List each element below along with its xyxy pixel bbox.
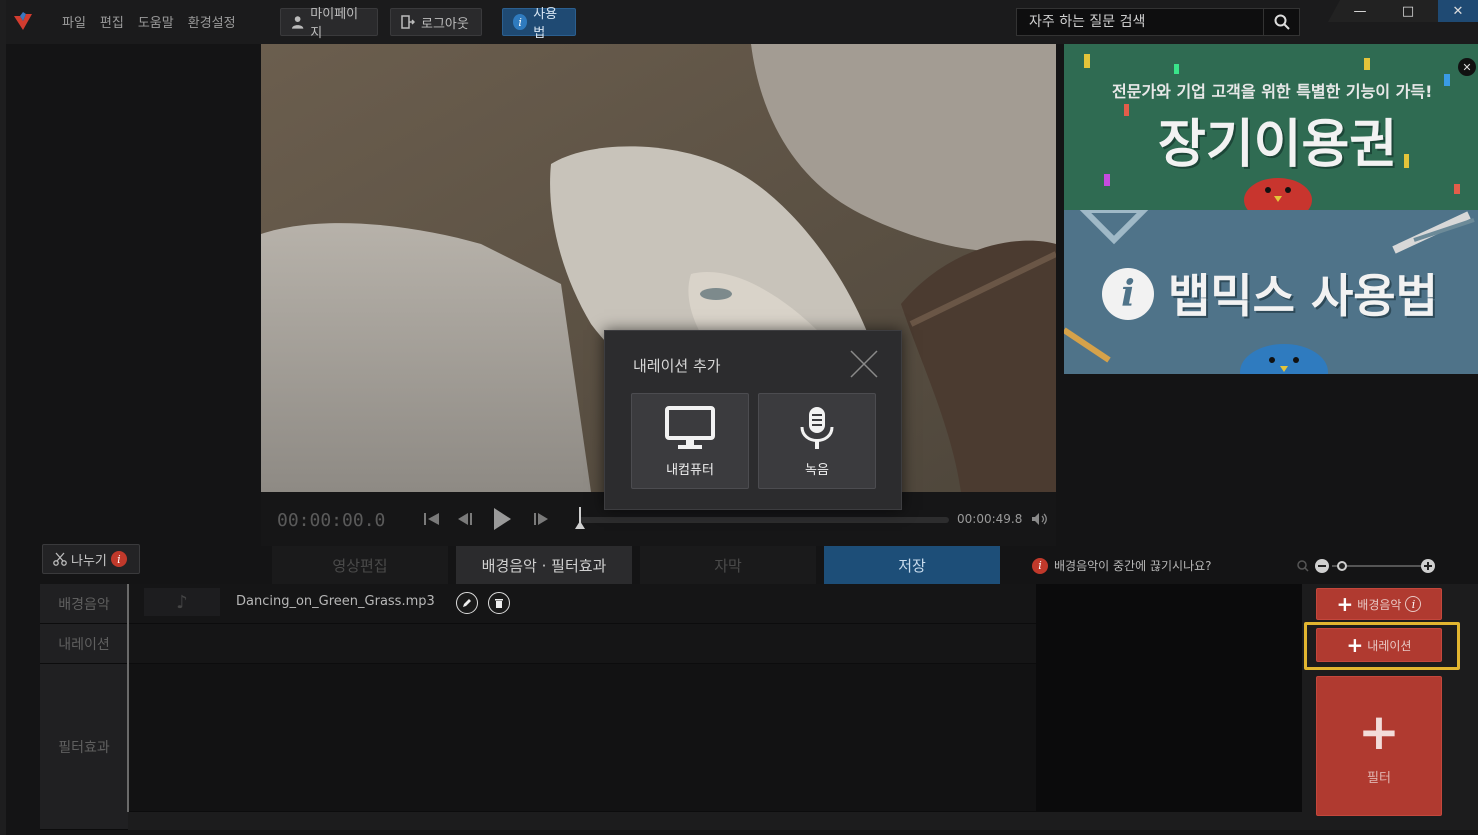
timeline-empty-area [1036, 584, 1302, 812]
maximize-button[interactable]: □ [1388, 0, 1428, 22]
timeline-zoom-slider[interactable] [1296, 558, 1436, 574]
close-window-button[interactable]: ✕ [1438, 0, 1478, 22]
music-note-icon: ♪ [144, 588, 220, 616]
skip-start-icon [424, 513, 439, 525]
top-bar: 파일 편집 도움말 환경설정 마이페이지 로그아웃 i 사용법 — □ ✕ [6, 0, 1478, 44]
seek-bar[interactable] [575, 507, 949, 529]
pencil-icon [463, 599, 471, 607]
menu-edit[interactable]: 편집 [100, 12, 124, 31]
scissors-icon [53, 552, 67, 566]
end-time: 00:00:49.8 [957, 512, 1023, 526]
menu-settings[interactable]: 환경설정 [188, 12, 236, 31]
menu-help[interactable]: 도움말 [138, 12, 174, 31]
info-icon: i [1032, 557, 1048, 574]
step-forward-icon [534, 513, 548, 525]
plus-icon: + [1336, 592, 1354, 616]
add-actions-panel: + 배경음악 i + 내레이션 + 필터 [1302, 584, 1478, 830]
dialog-close-icon[interactable] [849, 349, 879, 379]
split-button[interactable]: 나누기 i [42, 544, 140, 574]
narration-highlight-box [1304, 622, 1460, 670]
seek-handle-icon[interactable] [575, 507, 585, 529]
delete-clip-button[interactable] [488, 592, 510, 614]
tab-save[interactable]: 저장 [824, 546, 1000, 584]
music-notice-text: 배경음악이 중간에 끊기시나요? [1054, 559, 1212, 573]
close-ad-button[interactable]: ✕ [1458, 58, 1476, 76]
app-logo-icon [14, 12, 32, 30]
mypage-label: 마이페이지 [310, 7, 359, 41]
promo-subtitle: 전문가와 기업 고객을 위한 특별한 기능이 가득! [1112, 82, 1433, 101]
logout-icon [401, 15, 415, 29]
menu-file[interactable]: 파일 [62, 12, 86, 31]
info-icon[interactable]: i [110, 551, 127, 567]
promo-banner[interactable]: 전문가와 기업 고객을 위한 특별한 기능이 가득! 장기이용권 i 뱁믹스 사… [1064, 44, 1478, 374]
skip-start-button[interactable] [419, 506, 445, 532]
timeline-scrollbar[interactable] [128, 812, 1302, 830]
help-button[interactable]: i 사용법 [502, 7, 576, 41]
help-label: 사용법 [533, 7, 558, 41]
edit-clip-button[interactable] [456, 592, 478, 614]
faq-search-input[interactable] [1017, 9, 1263, 35]
info-icon: i [1102, 268, 1154, 320]
promo-long-term-pass[interactable]: 전문가와 기업 고객을 위한 특별한 기능이 가득! 장기이용권 [1064, 44, 1478, 210]
music-notice-link[interactable]: i 배경음악이 중간에 끊기시나요? [1032, 557, 1212, 574]
search-button[interactable] [1263, 9, 1299, 35]
add-filter-label: 필터 [1367, 770, 1391, 786]
step-back-button[interactable] [451, 506, 477, 532]
tab-subtitles[interactable]: 자막 [640, 546, 816, 584]
promo-title: 장기이용권 [1158, 115, 1398, 175]
dialog-title: 내레이션 추가 [633, 357, 721, 375]
mypage-button[interactable]: 마이페이지 [280, 7, 378, 41]
row-label-narration: 내레이션 [40, 624, 128, 664]
timeline-playhead[interactable] [127, 584, 129, 812]
from-computer-button[interactable]: 내컴퓨터 [631, 393, 749, 489]
add-music-label: 배경음악 [1357, 597, 1402, 612]
music-file-name: Dancing_on_Green_Grass.mp3 [236, 594, 435, 609]
step-back-icon [458, 513, 472, 525]
user-icon [291, 16, 304, 29]
add-music-button[interactable]: + 배경음악 i [1316, 588, 1442, 620]
app-window: 파일 편집 도움말 환경설정 마이페이지 로그아웃 i 사용법 — □ ✕ [0, 0, 1478, 835]
tab-music-filter[interactable]: 배경음악 · 필터효과 [456, 546, 632, 584]
logout-button[interactable]: 로그아웃 [390, 8, 482, 36]
current-time: 00:00:00.0 [277, 510, 386, 531]
info-icon: i [513, 14, 528, 30]
tab-video-edit[interactable]: 영상편집 [272, 546, 448, 584]
narration-add-dialog: 내레이션 추가 내컴퓨터 녹음 [604, 330, 902, 510]
narration-track[interactable] [128, 624, 1036, 664]
add-filter-button[interactable]: + 필터 [1316, 676, 1442, 816]
step-forward-button[interactable] [529, 506, 555, 532]
timeline: 배경음악 내레이션 필터효과 ♪ Dancing_on_Green_Grass.… [40, 584, 1302, 830]
microphone-icon [800, 406, 834, 449]
trash-icon [495, 599, 503, 608]
volume-icon[interactable] [1031, 512, 1049, 526]
music-track[interactable]: ♪ Dancing_on_Green_Grass.mp3 [128, 584, 1036, 624]
from-computer-label: 내컴퓨터 [666, 462, 714, 478]
search-icon [1274, 14, 1290, 30]
info-icon[interactable]: i [1405, 596, 1422, 612]
monitor-icon [665, 405, 715, 449]
split-label: 나누기 [71, 553, 107, 569]
play-icon [494, 508, 511, 530]
promo-how-to-use[interactable]: i 뱁믹스 사용법 [1064, 210, 1478, 374]
promo-howto-title: 뱁믹스 사용법 [1168, 269, 1438, 323]
record-label: 녹음 [805, 462, 829, 478]
plus-icon: + [1358, 702, 1400, 761]
logout-label: 로그아웃 [421, 16, 469, 32]
play-button[interactable] [489, 506, 515, 532]
filter-track[interactable] [128, 664, 1036, 812]
main-menu: 파일 편집 도움말 환경설정 [62, 12, 236, 31]
minimize-button[interactable]: — [1340, 0, 1380, 22]
record-button[interactable]: 녹음 [758, 393, 876, 489]
faq-search [1016, 8, 1300, 36]
row-label-filter: 필터효과 [40, 664, 128, 830]
row-label-music: 배경음악 [40, 584, 128, 624]
